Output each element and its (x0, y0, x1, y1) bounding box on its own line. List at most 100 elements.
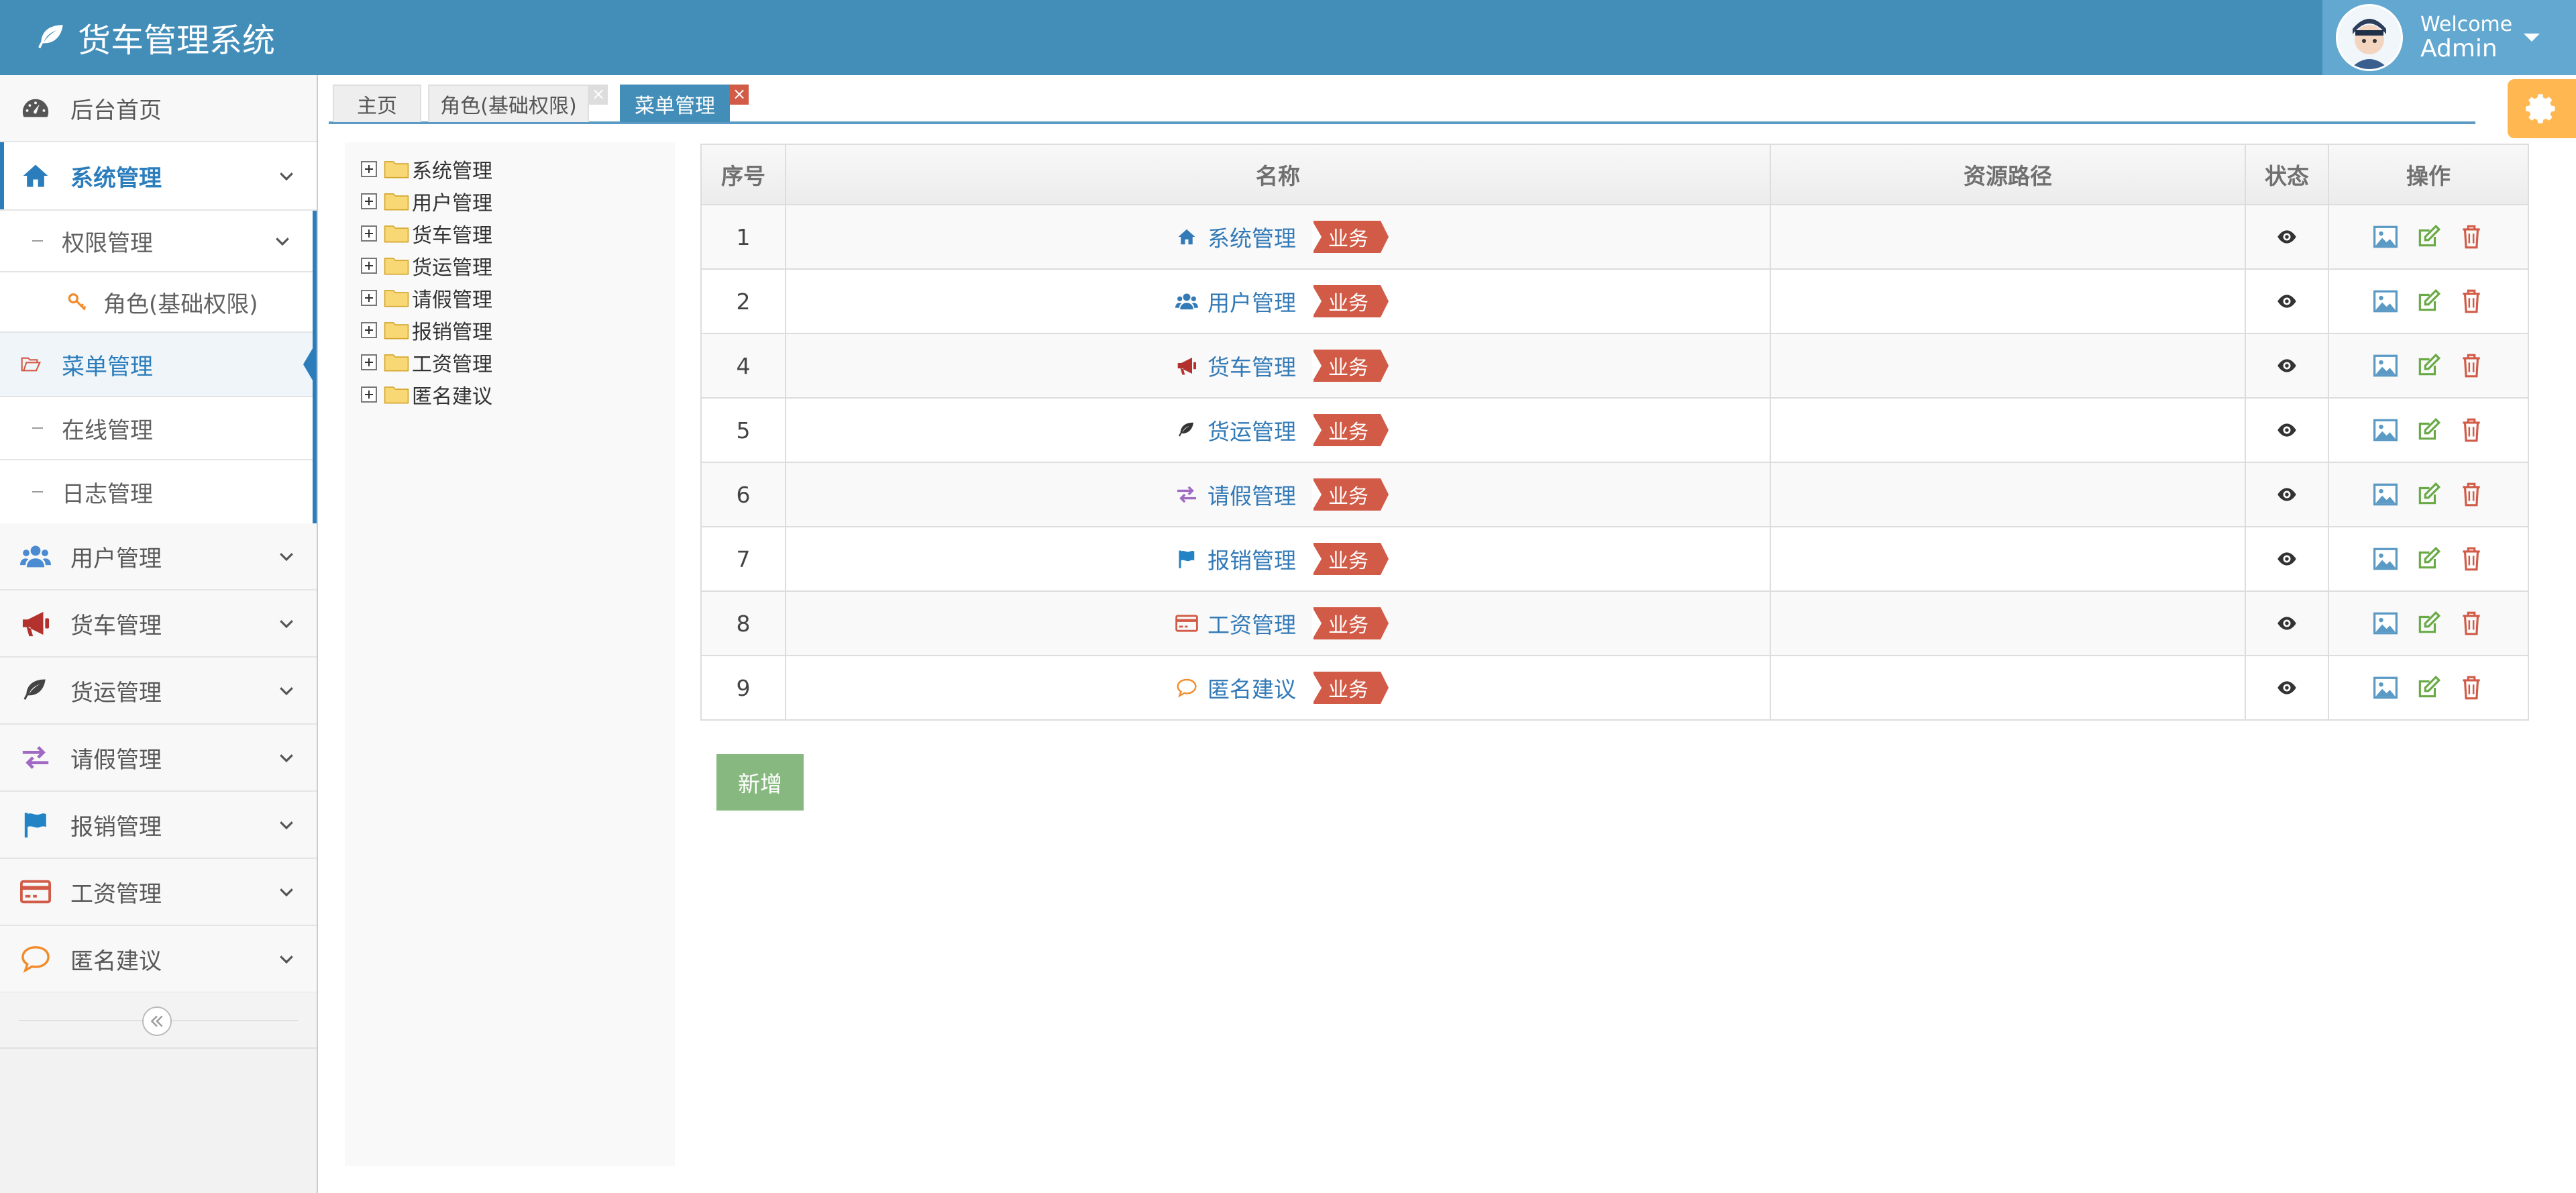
trash-icon[interactable] (2457, 674, 2485, 702)
tree-node[interactable]: 货车管理 (361, 219, 492, 248)
row-status (2246, 205, 2329, 268)
eye-icon (2277, 617, 2296, 630)
image-icon[interactable] (2371, 223, 2400, 251)
tree-node[interactable]: 匿名建议 (361, 380, 492, 409)
settings-button[interactable] (2508, 79, 2576, 138)
trash-icon[interactable] (2457, 223, 2485, 251)
chevron-down-icon (280, 620, 293, 629)
type-tag: 业务 (1312, 414, 1389, 446)
tree-node[interactable]: 系统管理 (361, 154, 492, 184)
sidebar-item-truck[interactable]: 货车管理 (0, 590, 317, 658)
sidebar-item-user[interactable]: 用户管理 (0, 523, 317, 590)
sidebar-item-log[interactable]: 日志管理 (0, 460, 313, 523)
expand-icon[interactable] (361, 386, 377, 403)
double-chevron-left-icon (150, 1015, 163, 1027)
close-icon[interactable]: × (589, 85, 608, 105)
edit-icon[interactable] (2414, 480, 2443, 509)
row-status (2246, 399, 2329, 462)
row-actions (2329, 399, 2528, 462)
row-path (1771, 592, 2246, 655)
expand-icon[interactable] (361, 354, 377, 370)
trash-icon[interactable] (2457, 545, 2485, 573)
table-row: 5 货运管理 业务 (700, 399, 2529, 463)
collapse-sidebar-button[interactable] (142, 1006, 172, 1036)
tree-node[interactable]: 报销管理 (361, 315, 492, 345)
tree-node[interactable]: 工资管理 (361, 348, 492, 377)
tab-menu[interactable]: 菜单管理 × (620, 85, 749, 122)
trash-icon[interactable] (2457, 352, 2485, 380)
edit-icon[interactable] (2414, 545, 2443, 573)
edit-icon[interactable] (2414, 609, 2443, 637)
sidebar-item-salary[interactable]: 工资管理 (0, 859, 317, 926)
add-button[interactable]: 新增 (716, 754, 804, 811)
expand-icon[interactable] (361, 290, 377, 306)
expand-icon[interactable] (361, 258, 377, 274)
chevron-down-icon (280, 888, 293, 897)
eye-icon (2277, 681, 2296, 694)
sidebar-item-system[interactable]: 系统管理 (0, 142, 317, 211)
tree-node[interactable]: 请假管理 (361, 283, 492, 313)
user-menu[interactable]: Welcome Admin (2322, 0, 2576, 75)
expand-icon[interactable] (361, 225, 377, 242)
edit-icon[interactable] (2414, 674, 2443, 702)
trash-icon[interactable] (2457, 416, 2485, 444)
trash-icon[interactable] (2457, 480, 2485, 509)
row-path (1771, 656, 2246, 719)
image-icon[interactable] (2371, 287, 2400, 315)
home-icon (1175, 225, 1198, 248)
edit-icon[interactable] (2414, 223, 2443, 251)
bullhorn-icon (20, 608, 51, 639)
edit-icon[interactable] (2414, 416, 2443, 444)
tree-node-label: 用户管理 (412, 192, 492, 215)
row-seq: 7 (702, 527, 786, 590)
tree-node[interactable]: 用户管理 (361, 187, 492, 216)
edit-icon[interactable] (2414, 352, 2443, 380)
trash-icon[interactable] (2457, 287, 2485, 315)
tab-role[interactable]: 角色(基础权限) × (428, 85, 608, 122)
sidebar-item-label: 匿名建议 (70, 947, 162, 975)
edit-icon[interactable] (2414, 287, 2443, 315)
sidebar-item-home[interactable]: 后台首页 (0, 75, 317, 142)
sidebar-item-online[interactable]: 在线管理 (0, 397, 313, 460)
image-icon[interactable] (2371, 352, 2400, 380)
flag-icon (20, 809, 51, 840)
image-icon[interactable] (2371, 609, 2400, 637)
row-seq: 9 (702, 656, 786, 719)
tree-node[interactable]: 货运管理 (361, 251, 492, 280)
menu-name-link[interactable]: 系统管理 (1208, 221, 1296, 253)
folder-icon (384, 322, 409, 340)
menu-name-link[interactable]: 货车管理 (1208, 350, 1296, 382)
menu-name-link[interactable]: 用户管理 (1208, 285, 1296, 317)
image-icon[interactable] (2371, 545, 2400, 573)
expand-icon[interactable] (361, 161, 377, 177)
tab-home[interactable]: 主页 (333, 85, 421, 122)
sidebar-item-role[interactable]: 角色(基础权限) (0, 272, 313, 333)
close-icon[interactable]: × (730, 85, 749, 105)
sidebar-item-permission[interactable]: 权限管理 (0, 211, 313, 272)
image-icon[interactable] (2371, 416, 2400, 444)
chevron-down-icon (280, 687, 293, 696)
column-header-status: 状态 (2246, 145, 2329, 204)
image-icon[interactable] (2371, 480, 2400, 509)
sidebar-item-freight[interactable]: 货运管理 (0, 658, 317, 725)
sidebar-item-menu[interactable]: 菜单管理 (0, 333, 317, 397)
column-header-actions: 操作 (2406, 163, 2451, 189)
sidebar-item-reimburse[interactable]: 报销管理 (0, 792, 317, 859)
sidebar-item-label: 权限管理 (62, 229, 153, 257)
row-actions (2329, 463, 2528, 526)
sidebar-item-leave[interactable]: 请假管理 (0, 725, 317, 792)
expand-icon[interactable] (361, 322, 377, 338)
sidebar-item-label: 请假管理 (70, 746, 162, 774)
menu-name-link[interactable]: 工资管理 (1208, 607, 1296, 639)
menu-name-link[interactable]: 匿名建议 (1208, 672, 1296, 704)
table-row: 8 工资管理 业务 (700, 592, 2529, 656)
menu-name-link[interactable]: 请假管理 (1208, 478, 1296, 511)
users-icon (20, 541, 51, 572)
sidebar-item-suggest[interactable]: 匿名建议 (0, 926, 317, 993)
menu-name-link[interactable]: 货运管理 (1208, 414, 1296, 446)
brand[interactable]: 货车管理系统 (35, 0, 275, 75)
menu-name-link[interactable]: 报销管理 (1208, 543, 1296, 575)
expand-icon[interactable] (361, 193, 377, 209)
trash-icon[interactable] (2457, 609, 2485, 637)
image-icon[interactable] (2371, 674, 2400, 702)
